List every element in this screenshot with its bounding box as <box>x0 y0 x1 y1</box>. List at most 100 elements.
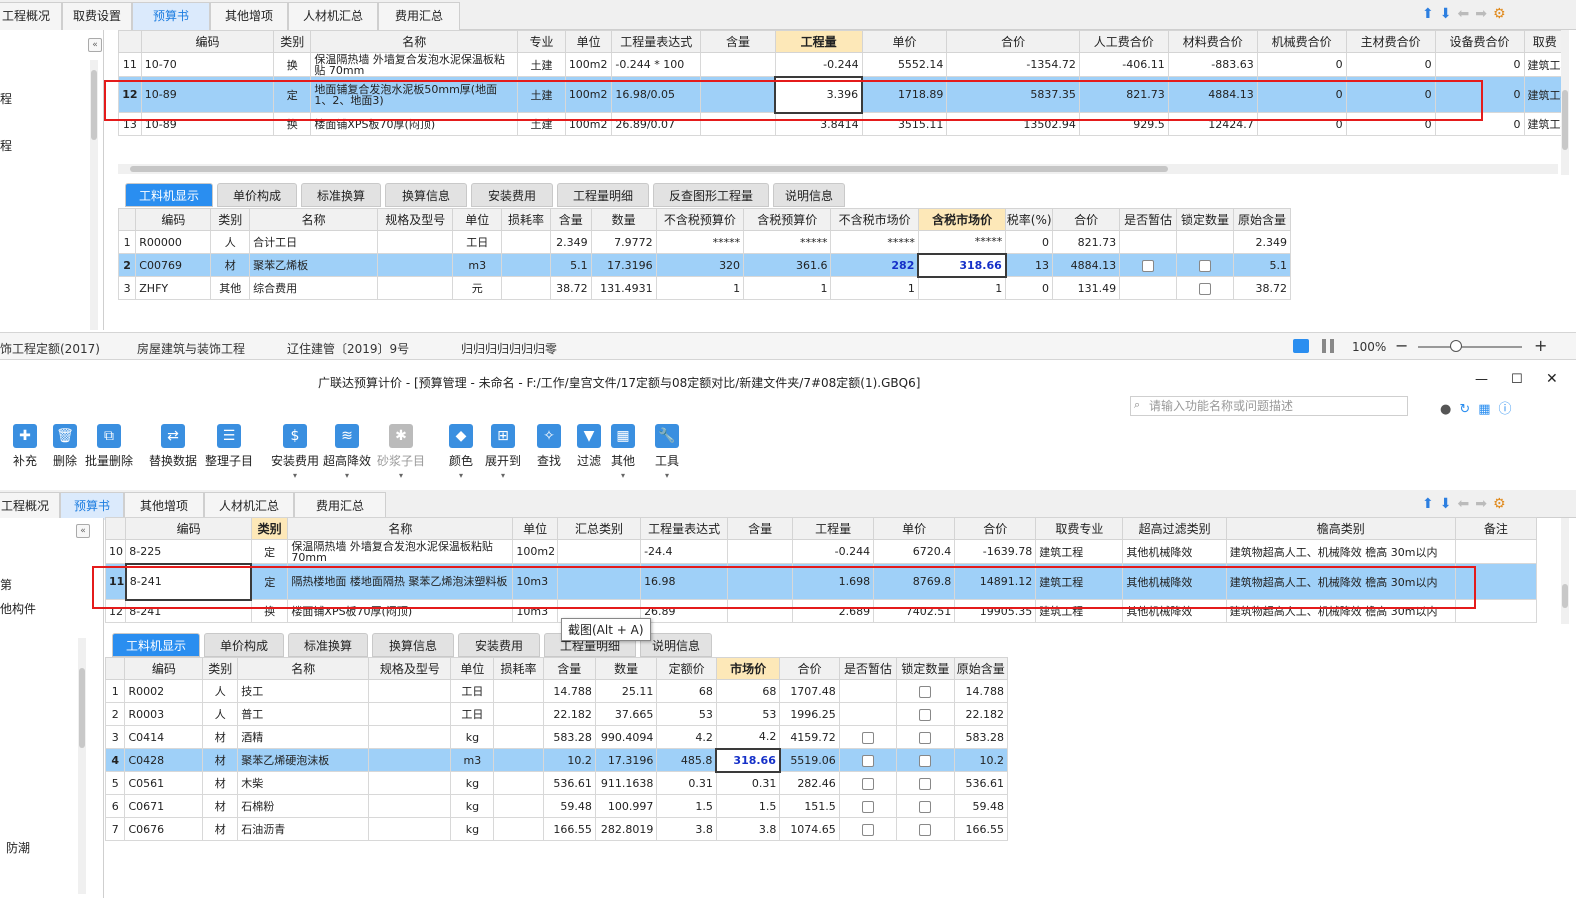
zoom-in-icon[interactable]: + <box>1534 336 1547 355</box>
column-header[interactable]: 单位 <box>512 517 558 540</box>
table-cell[interactable] <box>368 702 452 726</box>
toolbar-button-1[interactable]: 🗑 删除 <box>40 424 90 469</box>
table-cell[interactable]: 0 <box>1256 112 1347 136</box>
column-header[interactable]: 类别 <box>250 517 289 540</box>
column-header[interactable]: 含量 <box>542 657 596 680</box>
table-cell[interactable]: 16.98/0.05 <box>611 76 702 113</box>
table-cell[interactable]: 普工 <box>237 702 370 726</box>
table-cell[interactable]: 10-89 <box>140 112 275 136</box>
table-cell[interactable]: 8-241 <box>125 599 252 623</box>
table-cell[interactable]: kg <box>450 817 495 841</box>
table-cell[interactable]: 53 <box>656 702 717 726</box>
table-cell[interactable] <box>493 725 544 749</box>
detail-tab-0[interactable]: 工料机显示 <box>125 183 213 207</box>
table-cell[interactable]: 材 <box>202 725 239 749</box>
top-nav-icons[interactable]: ⬆⬇⬅➡⚙ <box>1422 6 1512 22</box>
tab-2[interactable]: 其他增项 <box>124 492 204 520</box>
detail-tab-0[interactable]: 工料机显示 <box>112 633 200 657</box>
toolbar-button-13[interactable]: 🔧 工具 ▾ <box>642 424 692 480</box>
table-cell[interactable]: 100.997 <box>594 794 658 818</box>
table-cell[interactable] <box>1176 230 1234 254</box>
table-cell[interactable]: 7.9772 <box>590 230 657 254</box>
table-cell[interactable]: 14.788 <box>953 679 1009 703</box>
table-cell[interactable] <box>493 817 544 841</box>
table-cell[interactable]: 10m3 <box>512 563 558 600</box>
table-cell[interactable]: 建筑工程 <box>1523 76 1567 113</box>
column-header[interactable]: 编码 <box>140 30 275 53</box>
table-cell[interactable] <box>377 253 454 277</box>
table-cell[interactable]: 定 <box>250 563 289 600</box>
table-cell[interactable]: C0671 <box>124 794 204 818</box>
table-cell[interactable]: 166.55 <box>953 817 1009 841</box>
header-tools[interactable]: ●↻▦ⓘ <box>1440 398 1520 417</box>
table-cell[interactable]: 工日 <box>452 230 503 254</box>
table-cell[interactable]: C0561 <box>124 771 204 795</box>
checkbox[interactable] <box>919 754 932 767</box>
table-cell[interactable]: 换 <box>250 599 289 623</box>
table-cell[interactable] <box>838 748 898 772</box>
column-header[interactable]: 合价 <box>954 517 1037 540</box>
table-cell[interactable]: 0 <box>1256 76 1347 113</box>
table-cell[interactable]: 929.5 <box>1078 112 1169 136</box>
column-header[interactable]: 编码 <box>135 208 212 231</box>
table-row[interactable]: 6 C0671 材石棉粉 kg 59.48 100.997 1.5 1.5 151.5 59.48 <box>104 794 1009 818</box>
table-cell[interactable]: 3.8 <box>656 817 717 841</box>
column-header[interactable]: 设备费合价 <box>1434 30 1525 53</box>
detail-tab-4[interactable]: 安装费用 <box>471 183 553 207</box>
top-hscroll[interactable] <box>118 164 1558 174</box>
table-cell[interactable]: 12424.7 <box>1167 112 1258 136</box>
table-cell[interactable]: 583.28 <box>953 725 1009 749</box>
column-header[interactable]: 单价 <box>861 30 948 53</box>
table-cell[interactable]: 3.8414 <box>774 112 863 136</box>
table-cell[interactable]: 2.689 <box>792 599 875 623</box>
table-cell[interactable]: 合计工日 <box>249 230 379 254</box>
table-cell[interactable]: 3515.11 <box>861 112 948 136</box>
table-row[interactable]: 5 C0561 材木柴 kg 536.61 911.1638 0.31 0.31 282.46 5… <box>104 771 1009 795</box>
table-cell[interactable]: 材 <box>202 748 239 772</box>
table-row[interactable]: 1 R0002 人技工 工日 14.788 25.11 68 68 1707.48 14.788 <box>104 679 1009 703</box>
table-cell[interactable]: 821.73 <box>1078 76 1169 113</box>
table-cell[interactable]: 4159.72 <box>779 725 840 749</box>
table-row[interactable]: 3 ZHFY 其他 综合费用元 38.72 131.4931 1 1 1 1 0 131.49 38.7… <box>117 276 1292 300</box>
table-cell[interactable]: 聚苯乙烯硬泡沫板 <box>237 748 370 772</box>
tree-item[interactable]: 第 <box>0 576 12 593</box>
table-cell[interactable] <box>727 563 794 600</box>
top-vscroll[interactable] <box>1561 30 1569 175</box>
table-cell[interactable] <box>1454 563 1538 600</box>
table-cell[interactable] <box>896 771 955 795</box>
table-cell[interactable] <box>368 748 452 772</box>
table-cell[interactable]: 22.182 <box>953 702 1009 726</box>
table-cell[interactable]: kg <box>450 725 495 749</box>
column-header[interactable]: 取费专业 <box>1035 517 1124 540</box>
table-cell[interactable]: 换 <box>273 52 312 77</box>
user-avatar-icon[interactable]: ● <box>1440 402 1459 417</box>
table-cell[interactable]: 911.1638 <box>594 771 658 795</box>
table-row[interactable]: 2 C00769 材聚苯乙烯板 m3 5.1 17.3196 320 361.6 282 318.… <box>117 252 1292 278</box>
table-cell[interactable] <box>368 725 452 749</box>
table-cell[interactable] <box>727 539 794 564</box>
table-cell[interactable]: 14891.12 <box>954 563 1037 600</box>
zoom-slider-thumb[interactable] <box>1450 340 1462 352</box>
checkbox[interactable] <box>1142 259 1155 272</box>
table-cell[interactable]: 8-241 <box>124 562 253 601</box>
table-cell[interactable]: 14.788 <box>542 679 596 703</box>
detail-tab-1[interactable]: 单价构成 <box>217 183 297 207</box>
column-header[interactable]: 编码 <box>124 657 204 680</box>
column-header[interactable]: 合价 <box>1052 208 1121 231</box>
table-cell[interactable]: 53 <box>715 702 781 726</box>
table-cell[interactable]: 318.66 <box>917 252 1007 278</box>
detail-tab-2[interactable]: 标准换算 <box>301 183 381 207</box>
move-up-icon[interactable]: ⬆ <box>1422 6 1440 22</box>
table-cell[interactable] <box>501 276 551 300</box>
tree-item[interactable]: 程 <box>0 90 12 107</box>
table-cell[interactable]: 3.396 <box>774 75 864 114</box>
table-cell[interactable]: 583.28 <box>542 725 596 749</box>
table-cell[interactable]: 4.2 <box>656 725 717 749</box>
move-down-icon[interactable]: ⬇ <box>1440 6 1458 22</box>
column-header[interactable]: 原始含量 <box>953 657 1009 680</box>
toolbar-button-3[interactable]: ⇄ 替换数据 <box>148 424 198 469</box>
detail-tab-7[interactable]: 说明信息 <box>773 183 845 207</box>
column-header[interactable]: 取费 <box>1523 30 1567 53</box>
column-header[interactable]: 规格及型号 <box>377 208 454 231</box>
table-row[interactable]: 11 8-241 定隔热楼地面 楼地面隔热 聚苯乙烯泡沫塑料板 10m3 16.98 1.… <box>104 562 1538 601</box>
